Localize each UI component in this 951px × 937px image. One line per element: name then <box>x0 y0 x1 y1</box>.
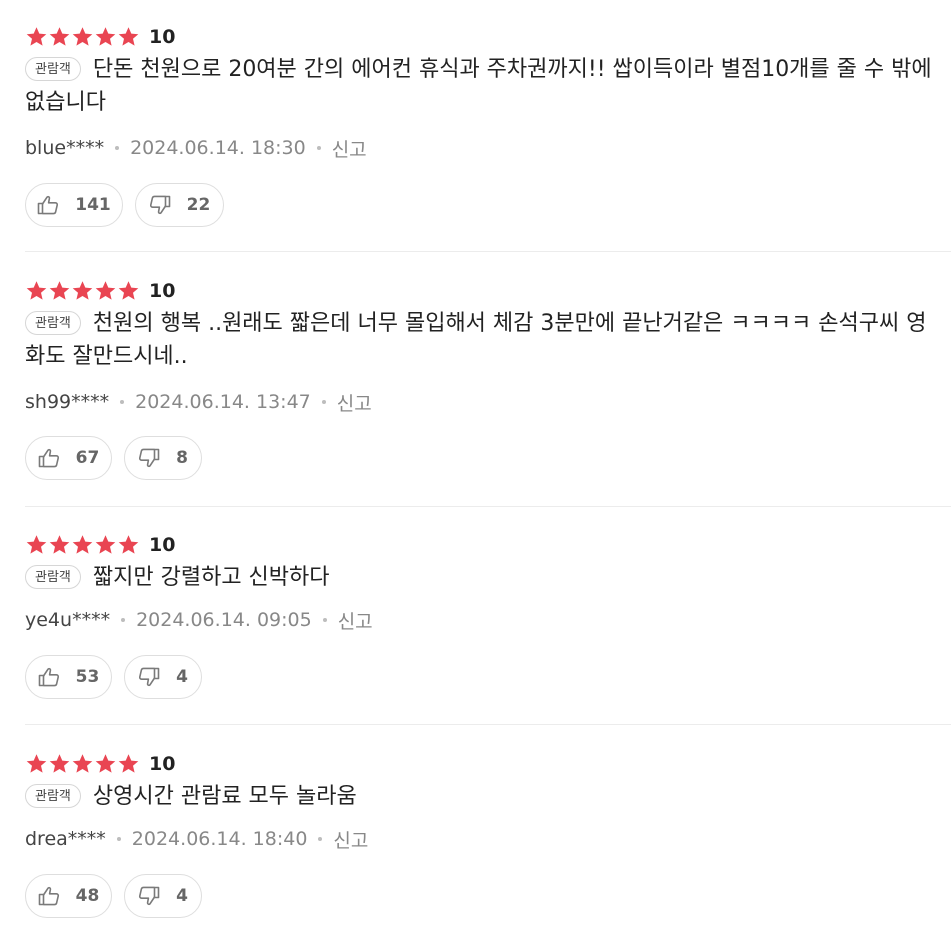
review-date: 2024.06.14. 18:30 <box>130 137 306 159</box>
review-text: 짧지만 강렬하고 신박하다 <box>92 565 330 590</box>
review-comment: 관람객 짧지만 강렬하고 신박하다 <box>25 561 945 594</box>
report-link[interactable]: 신고 <box>338 607 373 634</box>
review-meta: ye4u**** 2024.06.14. 09:05 신고 <box>25 607 373 633</box>
username: ye4u**** <box>25 609 111 631</box>
like-count: 141 <box>75 195 111 215</box>
star-icon <box>117 753 140 775</box>
like-count: 67 <box>75 448 100 468</box>
star-icon <box>94 280 117 302</box>
star-icon <box>71 534 94 556</box>
thumbs-up-icon <box>37 195 67 215</box>
star-icon <box>25 280 48 302</box>
divider <box>25 251 951 252</box>
divider <box>25 724 951 725</box>
separator-dot <box>115 146 120 150</box>
review-date: 2024.06.14. 13:47 <box>135 391 311 413</box>
separator-dot <box>116 837 121 841</box>
star-icon <box>25 753 48 775</box>
separator-dot <box>321 400 326 404</box>
report-link[interactable]: 신고 <box>333 826 368 853</box>
review-date: 2024.06.14. 09:05 <box>136 609 312 631</box>
dislike-button[interactable]: 22 <box>135 183 224 227</box>
star-rating <box>25 26 140 48</box>
dislike-count: 22 <box>186 195 211 215</box>
vote-buttons: 67 8 <box>25 436 202 480</box>
dislike-count: 4 <box>176 667 188 687</box>
vote-buttons: 53 4 <box>25 655 202 699</box>
review-meta: blue**** 2024.06.14. 18:30 신고 <box>25 135 367 161</box>
star-icon <box>94 26 117 48</box>
star-icon <box>117 534 140 556</box>
viewer-badge: 관람객 <box>25 565 81 589</box>
dislike-button[interactable]: 4 <box>124 655 202 699</box>
star-icon <box>117 280 140 302</box>
like-button[interactable]: 48 <box>25 874 112 918</box>
rating: 10 <box>25 277 175 305</box>
thumbs-up-icon <box>38 667 68 687</box>
dislike-count: 4 <box>176 886 188 906</box>
divider <box>25 506 951 507</box>
dislike-button[interactable]: 8 <box>124 436 202 480</box>
star-icon <box>25 534 48 556</box>
like-button[interactable]: 67 <box>25 436 112 480</box>
like-button[interactable]: 141 <box>25 183 123 227</box>
review-meta: sh99**** 2024.06.14. 13:47 신고 <box>25 389 372 415</box>
vote-buttons: 48 4 <box>25 874 202 918</box>
rating-score: 10 <box>149 280 176 302</box>
viewer-badge: 관람객 <box>25 57 81 81</box>
like-count: 48 <box>75 886 100 906</box>
rating-score: 10 <box>149 534 176 556</box>
star-icon <box>117 26 140 48</box>
review-text: 상영시간 관람료 모두 놀라움 <box>92 784 357 809</box>
thumbs-down-icon <box>149 195 179 215</box>
star-icon <box>71 26 94 48</box>
rating: 10 <box>25 23 175 51</box>
review-text: 천원의 행복 ..원래도 짧은데 너무 몰입해서 체감 3분만에 끝난거같은 ㅋ… <box>25 311 927 369</box>
viewer-badge: 관람객 <box>25 311 81 335</box>
separator-dot <box>318 837 323 841</box>
star-icon <box>48 280 71 302</box>
review-meta: drea**** 2024.06.14. 18:40 신고 <box>25 826 368 852</box>
rating-score: 10 <box>149 753 176 775</box>
separator-dot <box>322 618 327 622</box>
like-count: 53 <box>75 667 100 687</box>
username: drea**** <box>25 828 106 850</box>
review-date: 2024.06.14. 18:40 <box>131 828 308 850</box>
review-comment: 관람객 천원의 행복 ..원래도 짧은데 너무 몰입해서 체감 3분만에 끝난거같… <box>25 307 945 373</box>
review-comment: 관람객 상영시간 관람료 모두 놀라움 <box>25 780 945 813</box>
rating-score: 10 <box>149 26 176 48</box>
separator-dot <box>316 146 321 150</box>
dislike-button[interactable]: 4 <box>124 874 202 918</box>
star-icon <box>94 753 117 775</box>
star-icon <box>48 26 71 48</box>
review-comment: 관람객 단돈 천원으로 20여분 간의 에어컨 휴식과 주차권까지!! 쌉이득이라… <box>25 53 945 119</box>
star-icon <box>25 26 48 48</box>
rating: 10 <box>25 750 175 778</box>
rating: 10 <box>25 531 175 559</box>
star-rating <box>25 534 140 556</box>
thumbs-up-icon <box>38 886 68 906</box>
thumbs-down-icon <box>138 448 168 468</box>
username: blue**** <box>25 137 105 159</box>
report-link[interactable]: 신고 <box>337 389 372 416</box>
review-text: 단돈 천원으로 20여분 간의 에어컨 휴식과 주차권까지!! 쌉이득이라 별점… <box>25 57 932 115</box>
star-rating <box>25 280 140 302</box>
thumbs-down-icon <box>138 886 168 906</box>
star-icon <box>71 280 94 302</box>
star-icon <box>71 753 94 775</box>
star-icon <box>48 534 71 556</box>
username: sh99**** <box>25 391 110 413</box>
separator-dot <box>120 400 125 404</box>
report-link[interactable]: 신고 <box>332 135 367 162</box>
thumbs-up-icon <box>38 448 68 468</box>
like-button[interactable]: 53 <box>25 655 112 699</box>
thumbs-down-icon <box>138 667 168 687</box>
star-rating <box>25 753 140 775</box>
dislike-count: 8 <box>176 448 188 468</box>
star-icon <box>94 534 117 556</box>
viewer-badge: 관람객 <box>25 784 81 808</box>
vote-buttons: 141 22 <box>25 183 224 227</box>
star-icon <box>48 753 71 775</box>
separator-dot <box>121 618 126 622</box>
